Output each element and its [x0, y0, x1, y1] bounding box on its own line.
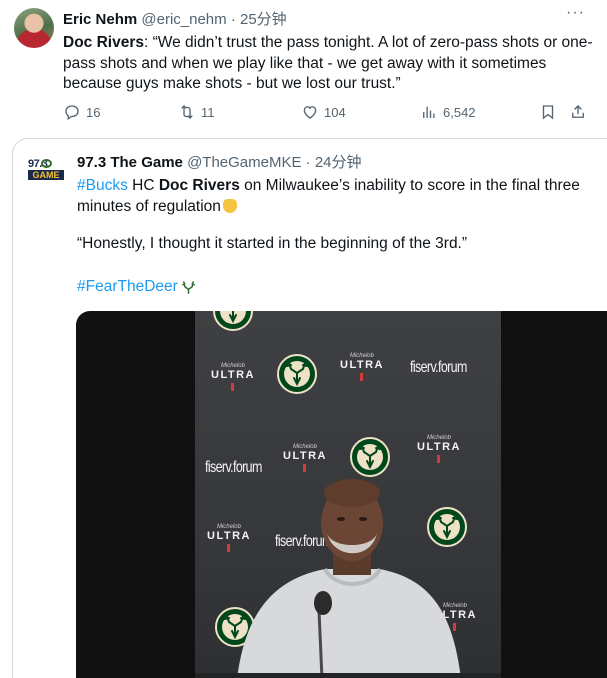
- author-name[interactable]: Eric Nehm: [63, 11, 137, 28]
- tweet-actions: 16 11 104 6,542: [63, 103, 593, 125]
- quoted-author-name[interactable]: 97.3 The Game: [77, 154, 183, 171]
- repost-count: 11: [201, 104, 215, 120]
- quoted-author-handle[interactable]: @TheGameMKE: [187, 154, 301, 171]
- repost-button[interactable]: 11: [178, 103, 215, 121]
- like-icon: [303, 106, 317, 119]
- timestamp[interactable]: 25分钟: [240, 11, 287, 28]
- pointing-down-emoji-icon: [222, 199, 237, 213]
- bookmark-icon: [542, 105, 554, 120]
- separator-dot: ·: [230, 11, 236, 28]
- quoted-author-avatar[interactable]: 97.3 GAME: [28, 158, 66, 182]
- quote-speaker: Doc Rivers: [63, 34, 144, 51]
- share-icon: [572, 105, 584, 118]
- bookmark-button[interactable]: [539, 103, 557, 121]
- author-avatar[interactable]: [14, 8, 54, 48]
- video-player[interactable]: Michelob ULTRA Michelob ULTRA Michelob U…: [76, 311, 607, 678]
- reply-count: 16: [86, 104, 101, 120]
- deer-antlers-emoji-icon: [181, 280, 195, 294]
- share-button[interactable]: [569, 103, 587, 121]
- press-backdrop: Michelob ULTRA Michelob ULTRA Michelob U…: [195, 311, 501, 678]
- tweet-header: Eric Nehm @eric_nehm · 25分钟: [63, 8, 287, 29]
- separator-dot: ·: [305, 154, 311, 171]
- logo-ball-icon: [41, 159, 52, 168]
- views-count: 6,542: [443, 104, 476, 120]
- like-count: 104: [324, 104, 346, 120]
- views-icon: [423, 106, 435, 118]
- coach-name: Doc Rivers: [158, 177, 240, 194]
- tweet-text: Doc Rivers: “We didn’t trust the pass to…: [63, 33, 598, 95]
- hashtag-bucks[interactable]: #Bucks: [77, 177, 128, 194]
- quoted-timestamp[interactable]: 24分钟: [315, 154, 362, 171]
- hashtag-fearthedeer[interactable]: #FearTheDeer: [77, 278, 178, 296]
- quoted-tweet-text: #Bucks HC Doc Rivers on Milwaukee’s inab…: [77, 175, 607, 217]
- logo-bottom-text: GAME: [28, 170, 64, 180]
- repost-icon: [181, 105, 193, 119]
- tweet: Eric Nehm @eric_nehm · 25分钟 ··· Doc Rive…: [0, 0, 607, 678]
- speaker-figure: [195, 479, 501, 678]
- quoted-tweet-header: 97.3 The Game @TheGameMKE · 24分钟: [77, 151, 362, 172]
- more-options-icon[interactable]: ···: [566, 4, 585, 22]
- quoted-quote-line: “Honestly, I thought it started in the b…: [77, 235, 468, 252]
- views-button[interactable]: 6,542: [420, 103, 476, 121]
- reply-button[interactable]: 16: [63, 103, 100, 121]
- quoted-tweet[interactable]: 97.3 GAME 97.3 The Game @TheGameMKE · 24…: [12, 138, 607, 678]
- like-button[interactable]: 104: [301, 103, 346, 121]
- reply-icon: [65, 105, 79, 121]
- author-handle[interactable]: @eric_nehm: [141, 11, 226, 28]
- hashtag-line: #FearTheDeer: [77, 278, 196, 296]
- text-hc: HC: [127, 177, 159, 194]
